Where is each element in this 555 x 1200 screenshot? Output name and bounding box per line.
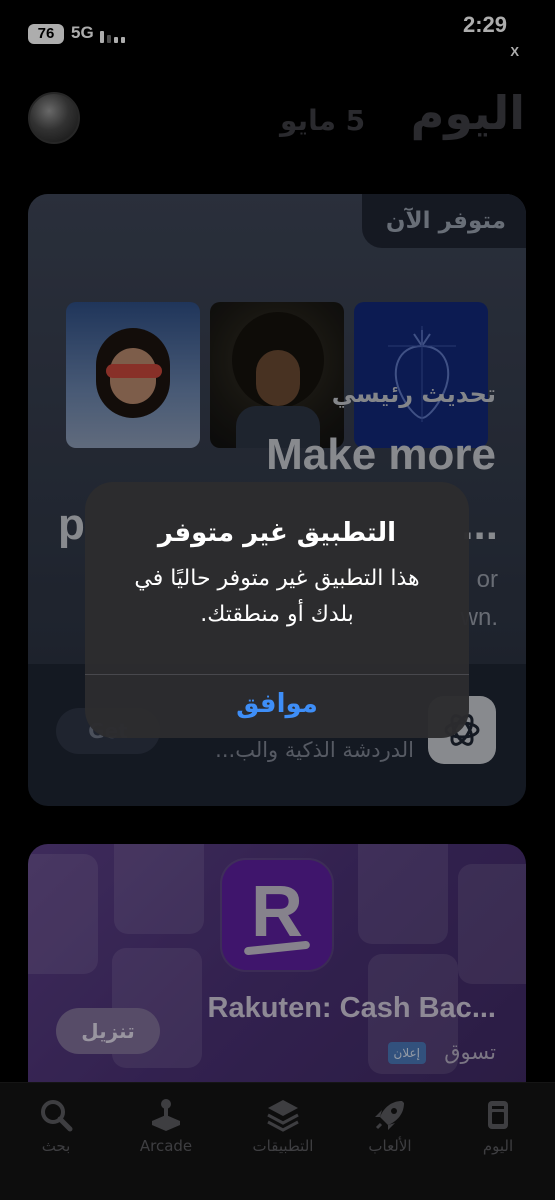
alert-message-line2: بلدك أو منطقتك. <box>200 602 354 627</box>
alert-message-line1: هذا التطبيق غير متوفر حاليًا في <box>134 566 420 591</box>
ok-button[interactable]: موافق <box>85 675 469 738</box>
app-unavailable-alert: التطبيق غير متوفر هذا التطبيق غير متوفر … <box>85 482 469 738</box>
alert-title: التطبيق غير متوفر <box>157 518 397 548</box>
